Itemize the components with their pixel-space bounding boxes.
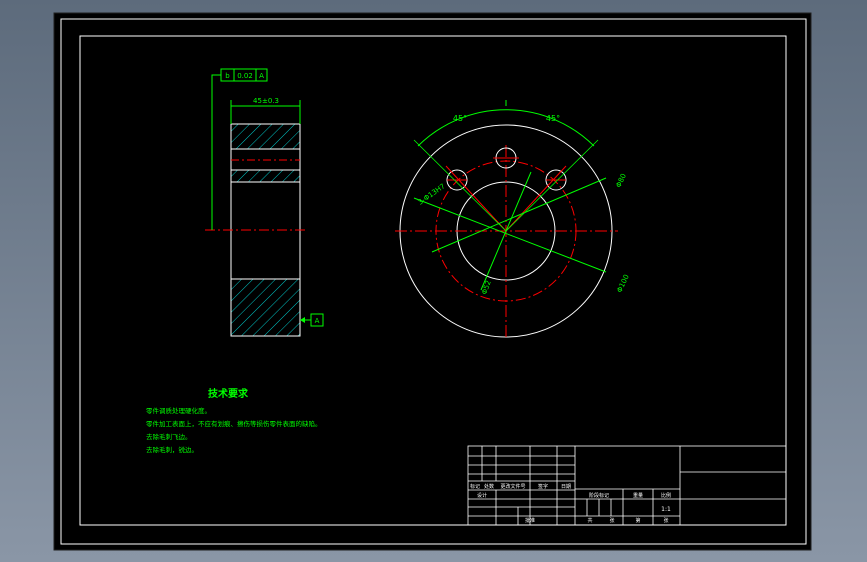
tb-total: 共 [587,517,592,524]
tb-scale-value: 1:1 [661,506,671,513]
tb-designer: 设计 [477,492,487,499]
section-hatch-mid [230,169,301,183]
tb-date: 日期 [561,484,571,490]
requirement-4: 去除毛刺，锐边。 [146,445,198,454]
angle-right-label: 45° [546,114,560,123]
gdt-datum-ref: A [259,72,264,80]
tb-sheets: 张 [609,517,614,524]
tb-scale-label: 比例 [661,492,671,499]
cad-drawing-canvas: 45±0.3 b 0.02 A A 45° 45° 3-Φ13H7 Φ80 Φ1… [53,12,812,551]
tb-sheet: 张 [663,517,668,524]
requirement-1: 零件调质处理硬化度。 [146,406,211,415]
requirement-2: 零件加工表面上，不应有划痕、擦伤等损伤零件表面的缺陷。 [146,419,322,428]
tb-number: 第 [635,517,640,524]
gdt-symbol: b [225,72,230,80]
section-hatch-top [230,123,301,150]
drawing-sheet [53,12,812,551]
tb-sign: 签字 [538,483,548,490]
tb-weight: 重量 [633,492,643,499]
width-dim-label: 45±0.3 [253,97,279,105]
gdt-tolerance: 0.02 [237,72,253,80]
tb-mark: 标记 [470,483,480,490]
tb-approve: 批准 [525,517,535,524]
section-hatch-bottom [230,278,301,337]
tb-change-doc: 更改文件号 [500,483,525,490]
requirement-3: 去除毛刺飞边。 [146,432,192,441]
datum-label: A [315,317,320,325]
tb-stage: 阶段标记 [589,492,609,499]
tb-count: 处数 [484,483,494,490]
requirements-title: 技术要求 [208,387,249,400]
angle-left-label: 45° [453,114,467,123]
